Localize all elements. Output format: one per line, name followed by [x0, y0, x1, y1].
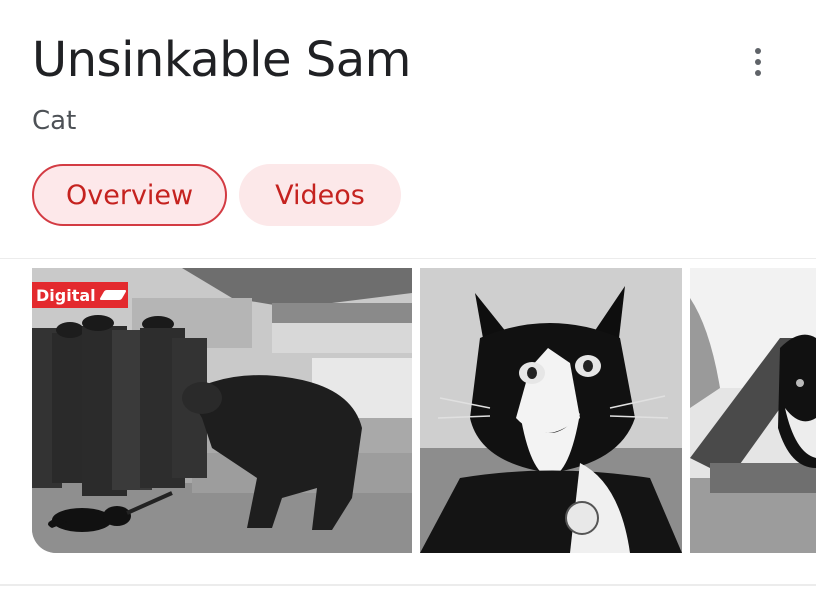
- divider: [0, 258, 816, 259]
- badge-arrow-icon: [98, 290, 127, 300]
- badge-label: Digital: [36, 285, 96, 305]
- gallery-image-cat-railing[interactable]: [690, 268, 816, 553]
- cat-portrait-photo: [420, 268, 682, 553]
- more-options-button[interactable]: [738, 40, 778, 84]
- gallery-image-sailors[interactable]: Digital: [32, 268, 412, 553]
- cat-railing-photo: [690, 268, 816, 553]
- entity-title: Unsinkable Sam: [32, 32, 411, 88]
- image-gallery[interactable]: Digital: [32, 268, 816, 553]
- divider: [0, 584, 816, 586]
- tab-overview[interactable]: Overview: [32, 164, 228, 226]
- more-vertical-icon-dot: [755, 70, 761, 76]
- more-vertical-icon: [755, 48, 761, 54]
- source-badge: Digital: [32, 282, 128, 308]
- more-vertical-icon-dot: [755, 59, 761, 65]
- gallery-image-cat-portrait[interactable]: [420, 268, 682, 553]
- tab-bar: Overview Videos: [32, 164, 401, 226]
- entity-subtitle: Cat: [32, 106, 77, 136]
- tab-videos[interactable]: Videos: [239, 164, 401, 226]
- sailors-photo: [32, 268, 412, 553]
